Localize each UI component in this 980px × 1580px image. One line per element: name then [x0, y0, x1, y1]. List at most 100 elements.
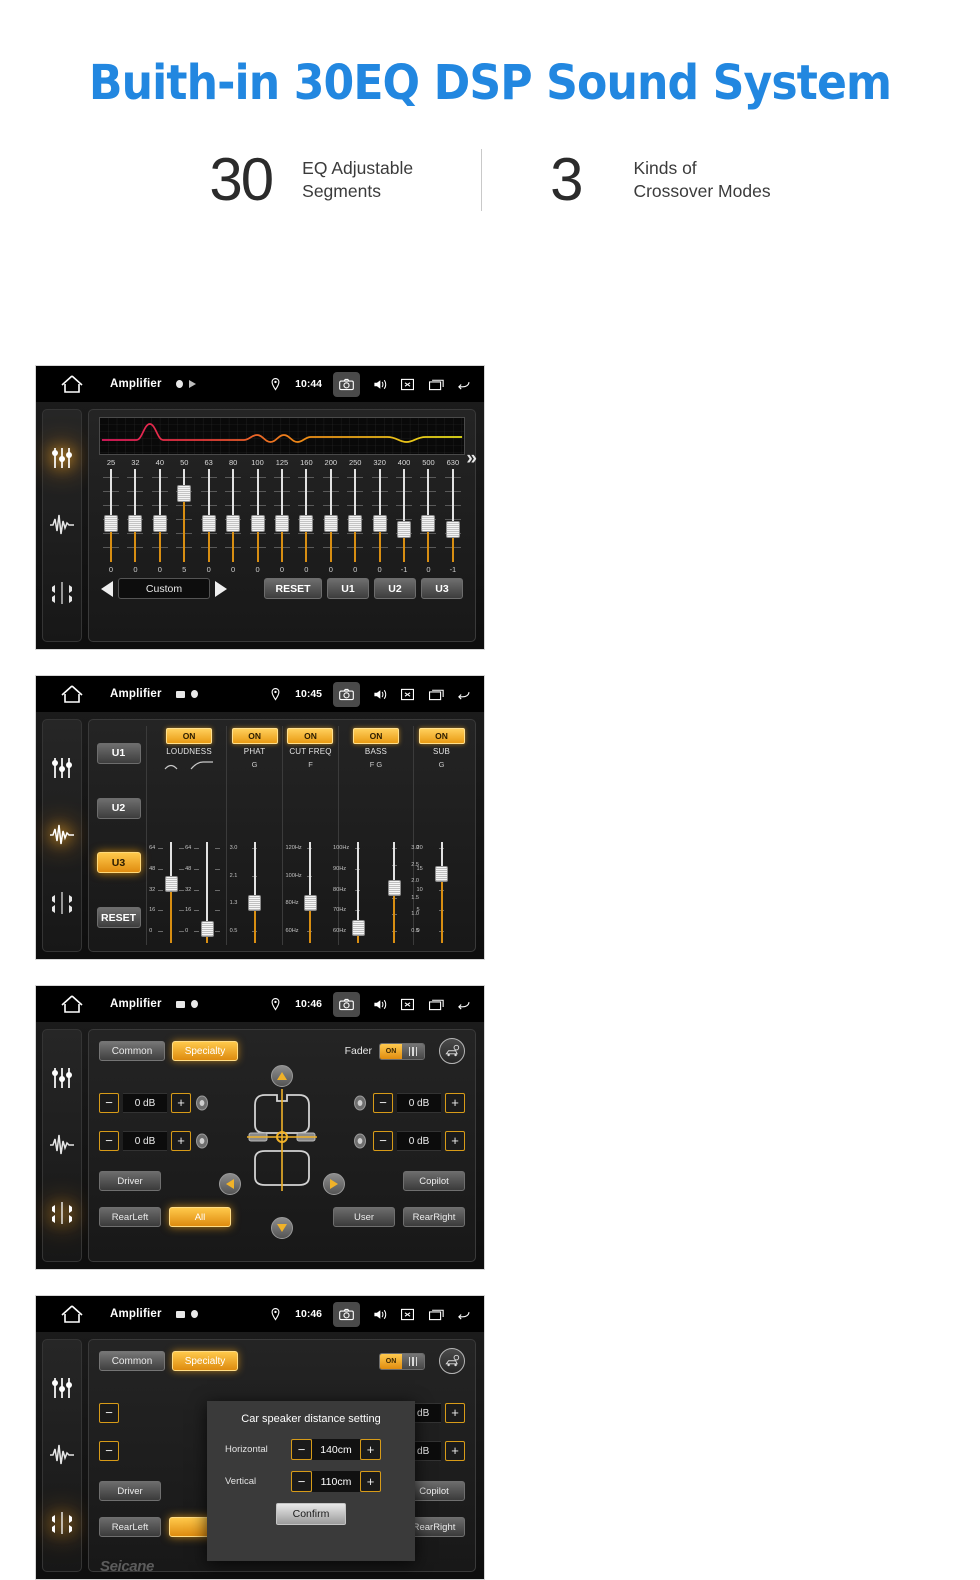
camera-button[interactable] — [333, 681, 360, 707]
plus-button[interactable]: + — [171, 1093, 191, 1113]
minus-button[interactable]: − — [373, 1131, 393, 1151]
toggle-loudness[interactable]: ON — [166, 728, 213, 744]
volume-icon[interactable] — [371, 376, 388, 393]
eq-slider[interactable] — [271, 469, 293, 562]
recents-icon[interactable] — [427, 376, 444, 393]
camera-button[interactable] — [333, 1301, 360, 1327]
eq-slider-thumb[interactable] — [348, 515, 363, 532]
close-box-icon[interactable] — [399, 686, 416, 703]
eq-slider[interactable] — [295, 469, 317, 562]
crossover-slider[interactable]: 64 48 32 16 0 — [149, 840, 188, 945]
chevron-right-double-icon[interactable]: » — [466, 448, 477, 470]
preset-u2-button[interactable]: U2 — [374, 578, 416, 599]
eq-slider-thumb[interactable] — [201, 515, 216, 532]
eq-slider[interactable] — [417, 469, 439, 562]
close-box-icon[interactable] — [399, 376, 416, 393]
back-arrow-icon[interactable] — [455, 996, 472, 1013]
plus-button[interactable]: + — [445, 1441, 465, 1461]
crossover-slider[interactable]: 100Hz 90Hz 80Hz 70Hz 60Hz — [333, 840, 375, 945]
crossover-slider-thumb[interactable] — [200, 921, 214, 938]
preset-u1-button[interactable]: U1 — [327, 578, 369, 599]
volume-icon[interactable] — [371, 686, 388, 703]
eq-slider-thumb[interactable] — [226, 515, 241, 532]
eq-slider-thumb[interactable] — [104, 515, 118, 532]
balance-icon[interactable] — [49, 890, 75, 916]
camera-button[interactable] — [333, 991, 360, 1017]
seat-copilot-button[interactable]: Copilot — [403, 1171, 465, 1191]
nudge-right-button[interactable] — [323, 1173, 345, 1195]
confirm-button[interactable]: Confirm — [276, 1503, 346, 1525]
preset-u3-button[interactable]: U3 — [96, 852, 141, 874]
eq-slider-thumb[interactable] — [250, 515, 265, 532]
eq-slider[interactable] — [173, 469, 195, 562]
minus-button[interactable]: − — [99, 1131, 119, 1151]
nudge-left-button[interactable] — [219, 1173, 241, 1195]
waveform-icon[interactable] — [49, 1442, 75, 1468]
car-gear-icon[interactable] — [439, 1348, 465, 1374]
home-icon[interactable] — [60, 374, 84, 394]
balance-icon[interactable] — [49, 1510, 75, 1536]
fader-toggle[interactable]: ON — [379, 1352, 425, 1370]
crossover-slider-thumb[interactable] — [303, 895, 317, 912]
eq-slider[interactable] — [222, 469, 244, 562]
plus-button[interactable]: + — [171, 1131, 191, 1151]
recents-icon[interactable] — [427, 686, 444, 703]
plus-button[interactable]: + — [360, 1471, 381, 1492]
reset-button[interactable]: RESET — [96, 907, 141, 929]
seat-all-button[interactable]: All — [169, 1207, 231, 1227]
eq-slider-thumb[interactable] — [299, 515, 314, 532]
volume-icon[interactable] — [371, 996, 388, 1013]
preset-u1-button[interactable]: U1 — [96, 742, 141, 764]
plus-button[interactable]: + — [445, 1403, 465, 1423]
equalizer-icon[interactable] — [49, 755, 75, 781]
waveform-icon[interactable] — [49, 512, 75, 538]
seat-rearleft-button[interactable]: RearLeft — [99, 1517, 161, 1537]
seat-driver-button[interactable]: Driver — [99, 1481, 161, 1501]
minus-button[interactable]: − — [291, 1439, 312, 1460]
crossover-slider[interactable]: 20 15 10 5 0 — [417, 840, 459, 945]
crossover-slider-thumb[interactable] — [435, 865, 449, 882]
minus-button[interactable]: − — [373, 1093, 393, 1113]
seat-user-button[interactable]: User — [333, 1207, 395, 1227]
recents-icon[interactable] — [427, 996, 444, 1013]
eq-slider-thumb[interactable] — [421, 515, 436, 532]
waveform-icon[interactable] — [49, 1132, 75, 1158]
preset-u3-button[interactable]: U3 — [421, 578, 463, 599]
toggle-sub[interactable]: ON — [418, 728, 465, 744]
reset-button[interactable]: RESET — [264, 578, 322, 599]
minus-button[interactable]: − — [99, 1093, 119, 1113]
plus-button[interactable]: + — [445, 1093, 465, 1113]
equalizer-icon[interactable] — [49, 1065, 75, 1091]
balance-icon[interactable] — [49, 580, 75, 606]
fader-toggle[interactable]: ON — [379, 1042, 425, 1060]
eq-slider-thumb[interactable] — [372, 515, 387, 532]
triangle-left-icon[interactable] — [101, 580, 113, 597]
home-icon[interactable] — [60, 994, 84, 1014]
preset-u2-button[interactable]: U2 — [96, 797, 141, 819]
minus-button[interactable]: − — [291, 1471, 312, 1492]
minus-button[interactable]: − — [99, 1403, 119, 1423]
eq-slider-thumb[interactable] — [152, 515, 167, 532]
eq-slider[interactable] — [393, 469, 415, 562]
crossover-slider[interactable]: 3.0 2.1 1.3 0.5 — [230, 840, 272, 945]
equalizer-icon[interactable] — [49, 445, 75, 471]
balance-icon[interactable] — [49, 1200, 75, 1226]
waveform-icon[interactable] — [49, 822, 75, 848]
eq-slider-thumb[interactable] — [128, 515, 143, 532]
crossover-slider[interactable]: 120Hz 100Hz 80Hz 60Hz — [285, 840, 327, 945]
tab-common[interactable]: Common — [99, 1351, 165, 1371]
nudge-down-button[interactable] — [271, 1217, 293, 1239]
eq-slider[interactable] — [442, 469, 464, 562]
eq-slider-thumb[interactable] — [177, 485, 192, 502]
preset-display[interactable]: Custom — [118, 578, 210, 599]
tab-specialty[interactable]: Specialty — [172, 1351, 238, 1371]
back-arrow-icon[interactable] — [455, 686, 472, 703]
minus-button[interactable]: − — [99, 1441, 119, 1461]
close-box-icon[interactable] — [399, 996, 416, 1013]
back-arrow-icon[interactable] — [455, 1306, 472, 1323]
volume-icon[interactable] — [371, 1306, 388, 1323]
close-box-icon[interactable] — [399, 1306, 416, 1323]
car-gear-icon[interactable] — [439, 1038, 465, 1064]
plus-button[interactable]: + — [445, 1131, 465, 1151]
camera-button[interactable] — [333, 371, 360, 397]
